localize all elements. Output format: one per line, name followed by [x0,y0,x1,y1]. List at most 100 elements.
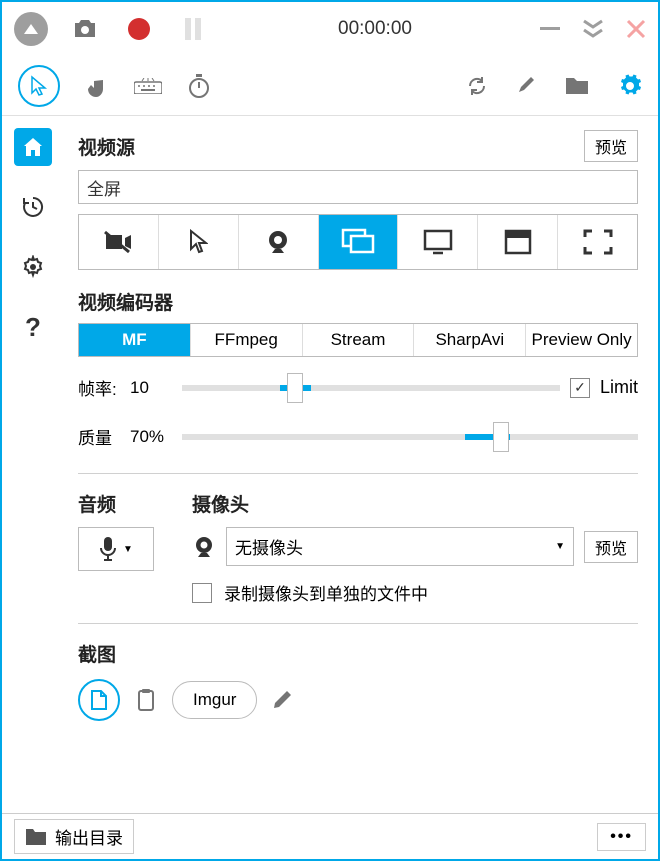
screenshot-imgur-button[interactable]: Imgur [172,681,257,719]
close-button[interactable] [626,19,646,39]
refresh-icon [466,75,488,97]
quality-slider[interactable] [182,434,638,440]
cursor-icon [30,75,48,97]
pause-button[interactable] [176,12,210,46]
encoder-tab-ffmpeg[interactable]: FFmpeg [191,324,303,356]
close-icon [626,19,646,39]
encoder-tab-preview[interactable]: Preview Only [526,324,637,356]
brush-button[interactable] [516,75,536,97]
camera-preview-button[interactable]: 预览 [584,531,638,563]
encoder-tab-mf[interactable]: MF [79,324,191,356]
record-button[interactable] [122,12,156,46]
sidenav-settings[interactable] [14,248,52,286]
history-icon [21,195,45,219]
output-folder-label: 输出目录 [55,824,123,849]
record-icon [128,18,150,40]
folder-button[interactable] [564,76,590,96]
cursor-tool[interactable] [18,65,60,107]
toolbar-left [18,65,210,107]
camera-row1: 无摄像头 ▼ 预览 [192,527,638,566]
video-source-title: 视频源 [78,133,135,160]
home-icon [22,136,44,158]
camera-icon [72,18,98,40]
body: ? 视频源 预览 视频编码器 MF FFmpeg Stream SharpAvi… [2,116,658,813]
brush-icon [516,75,536,97]
cursor-icon [188,229,208,255]
toolbar-right [466,74,642,98]
fps-slider[interactable] [182,385,560,391]
chevron-down-icon: ▼ [555,541,565,552]
encoder-tab-stream[interactable]: Stream [303,324,415,356]
source-screens[interactable] [319,215,399,269]
encoder-tab-sharpavi[interactable]: SharpAvi [414,324,526,356]
camera-row2: 录制摄像头到单独的文件中 [192,580,638,605]
file-icon [90,689,108,711]
settings-button[interactable] [618,74,642,98]
quality-slider-thumb[interactable] [493,422,509,452]
chevron-down-icon: ▼ [123,544,133,555]
sidenav-history[interactable] [14,188,52,226]
fps-value: 10 [130,378,172,398]
toolbar [2,56,658,116]
video-source-preview-button[interactable]: 预览 [584,130,638,162]
sidenav-help[interactable]: ? [14,308,52,346]
screenshot-edit-button[interactable] [273,689,293,711]
limit-label: Limit [600,377,638,398]
screenshot-row: Imgur [78,679,638,721]
quality-value: 70% [130,427,172,447]
titlebar-right [540,19,646,39]
webcam-icon [265,229,291,255]
audio-title: 音频 [78,490,168,517]
refresh-button[interactable] [466,75,488,97]
screenshot-clipboard-button[interactable] [136,688,156,712]
audio-mic-button[interactable]: ▼ [78,527,154,571]
encoder-tabs: MF FFmpeg Stream SharpAvi Preview Only [78,323,638,357]
keyboard-tool[interactable] [134,78,162,94]
audio-column: 音频 ▼ [78,490,168,615]
fps-slider-thumb[interactable] [287,373,303,403]
pencil-icon [273,689,293,711]
screenshot-title: 截图 [78,640,638,667]
camera-separate-label: 录制摄像头到单独的文件中 [224,580,428,605]
source-monitor[interactable] [398,215,478,269]
limit-checkbox[interactable]: ✓ [570,378,590,398]
collapse-button[interactable] [14,12,48,46]
fps-row: 帧率: 10 ✓ Limit [78,375,638,400]
audio-camera-row: 音频 ▼ 摄像头 无摄像头 ▼ 预览 录制摄像头 [78,490,638,615]
video-off-icon [103,230,133,254]
video-source-buttons [78,214,638,270]
sidenav: ? [2,116,64,813]
video-source-input[interactable] [78,170,638,204]
chevron-double-down-icon [582,19,604,39]
divider [78,623,638,624]
camera-select[interactable]: 无摄像头 ▼ [226,527,574,566]
expand-button[interactable] [582,19,604,39]
screenshot-button[interactable] [68,12,102,46]
output-folder-button[interactable]: 输出目录 [14,819,134,854]
screens-icon [341,228,375,256]
keyboard-icon [134,78,162,94]
source-window[interactable] [478,215,558,269]
source-webcam[interactable] [239,215,319,269]
screenshot-disk-button[interactable] [78,679,120,721]
statusbar: 输出目录 ••• [2,813,658,859]
folder-icon [564,76,590,96]
camera-title: 摄像头 [192,490,638,517]
minimize-button[interactable] [540,27,560,31]
source-cursor[interactable] [159,215,239,269]
content: 视频源 预览 视频编码器 MF FFmpeg Stream SharpAvi P… [64,116,658,813]
more-button[interactable]: ••• [597,823,646,851]
hand-tool[interactable] [86,73,108,99]
fps-label: 帧率: [78,375,120,400]
video-source-header: 视频源 预览 [78,130,638,162]
timer-tool[interactable] [188,74,210,98]
minimize-icon [540,27,560,31]
source-novideo[interactable] [79,215,159,269]
clipboard-icon [136,688,156,712]
sidenav-home[interactable] [14,128,52,166]
window-icon [504,229,532,255]
camera-separate-checkbox[interactable] [192,583,212,603]
timer-display: 00:00:00 [210,18,540,40]
source-region[interactable] [558,215,637,269]
encoder-title: 视频编码器 [78,288,638,315]
